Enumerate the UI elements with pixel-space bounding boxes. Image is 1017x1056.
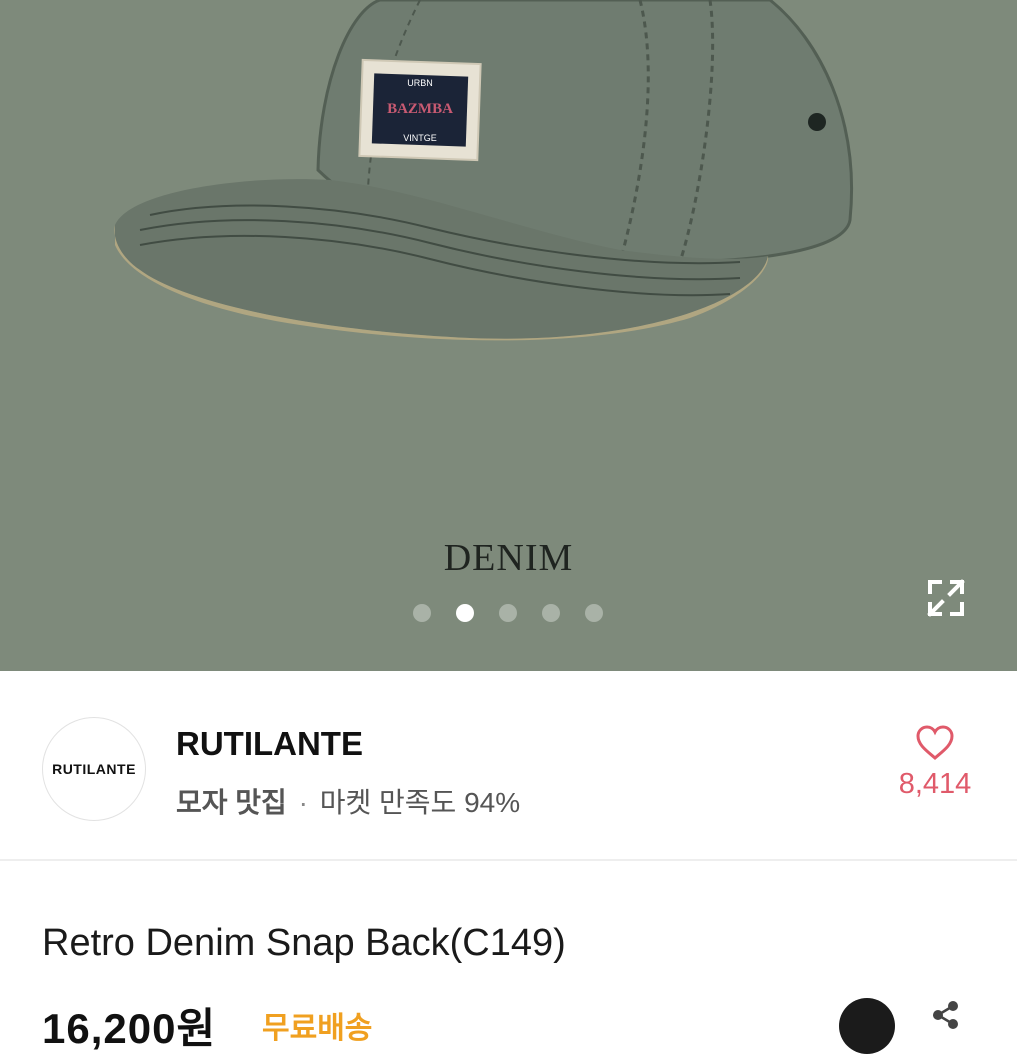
like-count: 8,414 (898, 768, 972, 800)
seller-name[interactable]: RUTILANTE (176, 725, 363, 763)
seller-meta: 모자 맛집 · 마켓 만족도 94% (176, 781, 520, 821)
product-image-carousel[interactable]: URBN BAZMBA VINTGE DENIM (0, 0, 1017, 671)
fullscreen-expand-icon[interactable] (922, 574, 970, 622)
patch-bottom-text: VINTGE (403, 133, 437, 143)
carousel-dot-1[interactable] (413, 604, 431, 622)
price-row: 16,200원 무료배송 (42, 995, 1017, 1054)
share-icon[interactable] (931, 1000, 961, 1030)
carousel-dot-2-active[interactable] (456, 604, 474, 622)
product-price: 16,200원 (42, 1005, 217, 1052)
seller-avatar[interactable]: RUTILANTE (42, 717, 146, 821)
carousel-dot-3[interactable] (499, 604, 517, 622)
heart-icon (916, 725, 954, 760)
seller-avatar-label: RUTILANTE (52, 761, 136, 777)
patch-main-text: BAZMBA (387, 101, 453, 117)
carousel-dot-4[interactable] (542, 604, 560, 622)
carousel-pagination (0, 604, 1017, 624)
market-satisfaction: 마켓 만족도 94% (319, 787, 521, 818)
image-caption: DENIM (443, 537, 574, 579)
like-button[interactable]: 8,414 (880, 725, 990, 801)
store-badge-icon[interactable] (839, 998, 895, 1054)
free-shipping-badge[interactable]: 무료배송 (262, 1003, 372, 1047)
meta-separator: · (298, 787, 308, 818)
patch-top-text: URBN (407, 78, 433, 88)
seller-category: 모자 맛집 (176, 787, 287, 818)
seller-info-section[interactable]: RUTILANTE RUTILANTE 모자 맛집 · 마켓 만족도 94% 8… (0, 671, 1017, 861)
product-title: Retro Denim Snap Back(C149) (42, 922, 566, 964)
carousel-dot-5[interactable] (585, 604, 603, 622)
